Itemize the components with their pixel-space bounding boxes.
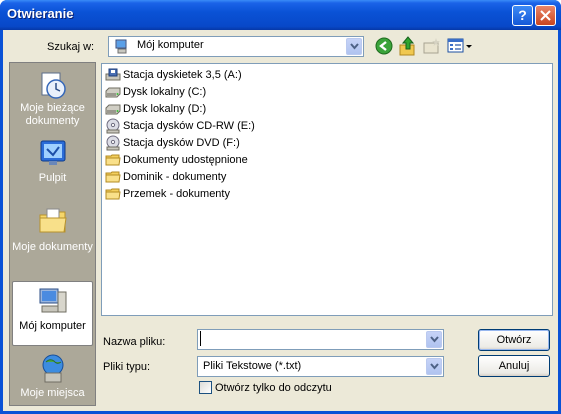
desktop-icon	[40, 140, 66, 165]
filename-input[interactable]	[200, 331, 427, 346]
place-label-line2: dokumenty	[25, 115, 80, 127]
filename-label: Nazwa pliku:	[103, 336, 166, 348]
file-name: Przemek - dokumenty	[123, 188, 230, 200]
place-my-network[interactable]: Moje miejsca	[12, 351, 93, 405]
lookin-value: Mój komputer	[137, 39, 204, 51]
floppy-drive-icon	[105, 68, 121, 81]
recent-documents-icon	[41, 72, 66, 99]
window-title: Otwieranie	[7, 6, 74, 21]
network-places-icon	[42, 354, 64, 383]
view-menu-icon	[447, 38, 472, 53]
dialog-client: Szukaj w: Mój komputer Moje bieżące doku…	[3, 30, 558, 411]
file-name: Dokumenty udostępnione	[123, 154, 248, 166]
cd-drive-icon	[106, 118, 120, 134]
up-folder-button[interactable]	[399, 36, 419, 56]
title-bar[interactable]: Otwieranie ?	[0, 0, 561, 30]
close-button[interactable]	[535, 5, 556, 26]
my-computer-icon	[115, 39, 127, 54]
file-name: Stacja dysków CD-RW (E:)	[123, 120, 255, 132]
new-folder-icon	[423, 38, 440, 54]
place-label: Mój komputer	[19, 320, 86, 332]
close-icon	[540, 10, 551, 21]
file-list[interactable]: Stacja dyskietek 3,5 (A:) Dysk lokalny (…	[101, 63, 553, 316]
my-documents-folder-icon	[39, 208, 67, 233]
filetype-combo[interactable]: Pliki Tekstowe (*.txt)	[197, 356, 444, 377]
lookin-label: Szukaj w:	[47, 41, 95, 53]
hard-drive-icon	[105, 104, 121, 115]
cd-drive-icon	[106, 135, 120, 151]
file-name: Dysk lokalny (C:)	[123, 86, 207, 98]
hard-drive-icon	[105, 87, 121, 98]
up-folder-icon	[399, 36, 415, 56]
chevron-down-icon	[430, 363, 439, 370]
file-name: Stacja dyskietek 3,5 (A:)	[123, 69, 242, 81]
place-label: Moje miejsca	[20, 387, 85, 399]
filetype-dropdown-button[interactable]	[426, 358, 442, 375]
file-name: Dysk lokalny (D:)	[123, 103, 207, 115]
new-folder-button[interactable]	[423, 37, 443, 57]
chevron-down-icon	[430, 336, 439, 343]
readonly-label[interactable]: Otwórz tylko do odczytu	[215, 382, 332, 394]
filetype-label: Pliki typu:	[103, 361, 151, 373]
file-name: Dominik - dokumenty	[123, 171, 227, 183]
readonly-checkbox[interactable]	[199, 381, 212, 394]
folder-icon	[105, 188, 121, 200]
open-dialog: Otwieranie ? Szukaj w: Mój komputer Moje…	[0, 0, 561, 414]
help-button[interactable]: ?	[512, 5, 533, 26]
back-button[interactable]	[375, 37, 395, 57]
place-my-computer[interactable]: Mój komputer	[12, 281, 93, 346]
place-label: Moje dokumenty	[12, 241, 93, 253]
open-button[interactable]: Otwórz	[478, 329, 550, 351]
chevron-down-icon	[350, 43, 359, 50]
place-recent-documents[interactable]: Moje bieżące dokumenty	[12, 67, 93, 131]
place-label: Moje bieżące	[20, 102, 85, 114]
cancel-button[interactable]: Anuluj	[478, 355, 550, 377]
back-arrow-icon	[375, 37, 393, 55]
my-computer-icon	[39, 288, 67, 313]
place-my-documents[interactable]: Moje dokumenty	[12, 203, 93, 267]
view-menu-button[interactable]	[447, 37, 473, 57]
folder-icon	[105, 154, 121, 166]
lookin-dropdown-button[interactable]	[346, 38, 362, 55]
place-desktop[interactable]: Pulpit	[12, 137, 93, 201]
lookin-combo[interactable]: Mój komputer	[108, 36, 364, 57]
places-bar: Moje bieżące dokumenty Pulpit Moje dokume…	[9, 62, 96, 406]
file-name: Stacja dysków DVD (F:)	[123, 137, 240, 149]
place-label: Pulpit	[38, 172, 67, 184]
filetype-value: Pliki Tekstowe (*.txt)	[203, 360, 302, 372]
filename-combo[interactable]	[197, 329, 444, 350]
filename-dropdown-button[interactable]	[426, 331, 442, 348]
folder-icon	[105, 171, 121, 183]
